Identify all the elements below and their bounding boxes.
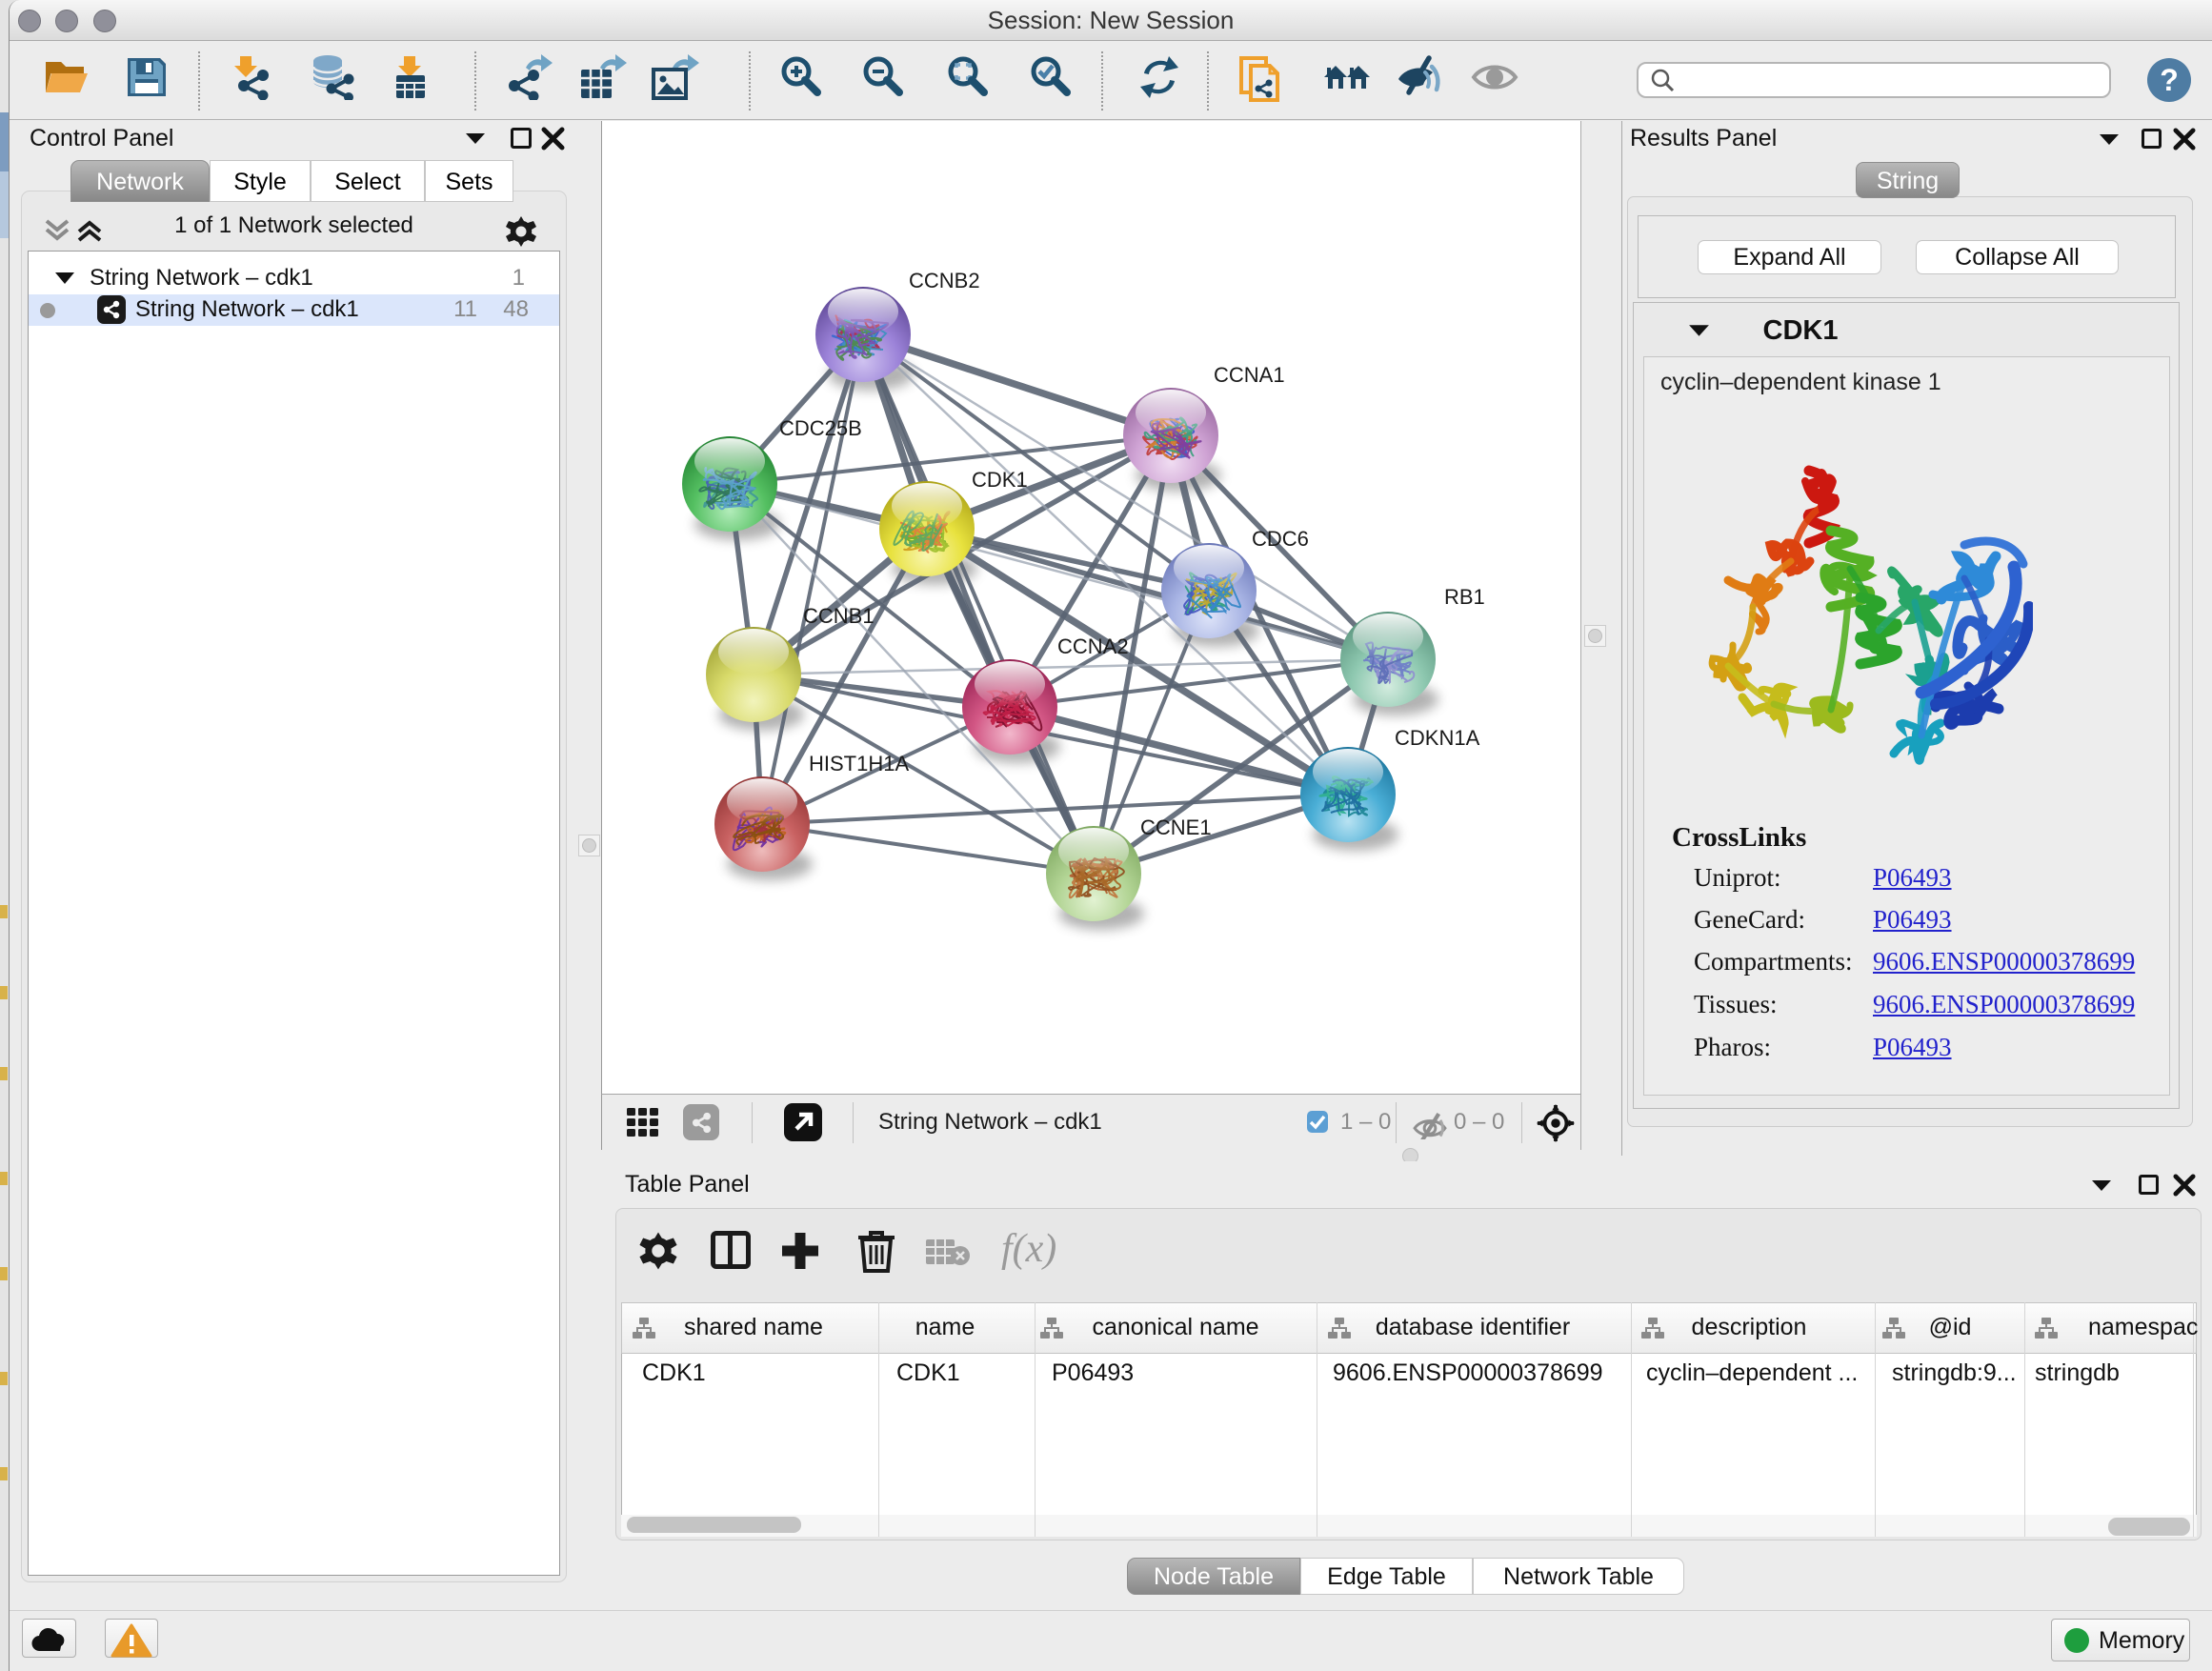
svg-text:HIST1H1A: HIST1H1A: [809, 752, 909, 775]
svg-text:CCNA1: CCNA1: [1214, 363, 1285, 387]
svg-text:CCNB1: CCNB1: [803, 604, 875, 628]
svg-text:CCNA2: CCNA2: [1057, 634, 1129, 658]
svg-text:CDC6: CDC6: [1252, 527, 1309, 551]
svg-text:CDKN1A: CDKN1A: [1395, 726, 1480, 750]
svg-text:RB1: RB1: [1444, 585, 1485, 609]
svg-text:CCNE1: CCNE1: [1140, 815, 1212, 839]
svg-text:CCNB2: CCNB2: [909, 269, 980, 292]
svg-text:CDC25B: CDC25B: [779, 416, 862, 440]
svg-text:CDK1: CDK1: [972, 468, 1028, 492]
